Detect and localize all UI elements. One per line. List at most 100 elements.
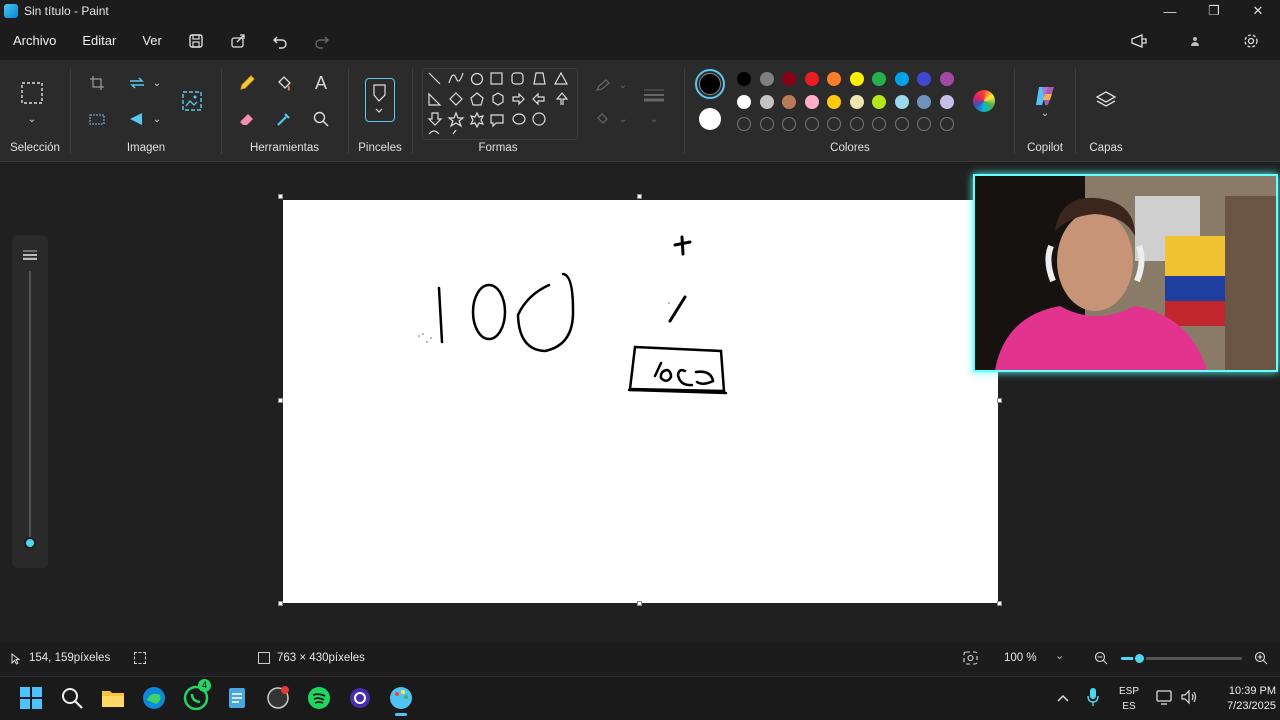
clock[interactable]: 10:39 PM 7/23/2025 — [1200, 684, 1276, 714]
color-picker-icon[interactable] — [271, 106, 297, 132]
custom-color-slot[interactable] — [782, 117, 796, 131]
canvas-handle-bl[interactable] — [278, 601, 283, 606]
color-swatch[interactable] — [804, 72, 819, 86]
spotify-icon[interactable] — [306, 685, 332, 711]
canvas-handle-bottom[interactable] — [637, 601, 642, 606]
edit-colors-icon[interactable] — [973, 90, 995, 112]
app-ring-icon[interactable] — [347, 685, 373, 711]
notepad-icon[interactable] — [224, 685, 250, 711]
menu-edit[interactable]: Editar — [69, 22, 129, 60]
custom-color-slot[interactable] — [917, 117, 931, 131]
paint-taskbar-icon[interactable] — [388, 685, 414, 716]
share-icon[interactable] — [228, 31, 248, 51]
text-tool-icon[interactable]: A — [308, 70, 334, 96]
file-explorer-icon[interactable] — [100, 685, 126, 711]
fit-to-window-icon[interactable] — [963, 651, 978, 668]
zoom-select[interactable]: 100 % ⌄ — [994, 646, 1078, 670]
menu-file[interactable]: Archivo — [0, 22, 69, 60]
whatsapp-icon[interactable]: 4 — [183, 679, 211, 711]
obs-record-icon[interactable] — [265, 685, 291, 711]
custom-color-slot[interactable] — [804, 117, 819, 131]
custom-color-slot[interactable] — [939, 117, 954, 131]
color-swatch[interactable] — [917, 94, 931, 109]
zoom-in-icon[interactable] — [1254, 651, 1268, 668]
color-swatch[interactable] — [759, 94, 774, 109]
color-swatch[interactable] — [737, 72, 751, 86]
custom-color-slot[interactable] — [737, 117, 751, 131]
primary-color-slot[interactable] — [695, 69, 725, 99]
pencil-icon[interactable] — [234, 70, 260, 96]
close-button[interactable]: ✕ — [1236, 0, 1280, 22]
color-swatch[interactable] — [782, 94, 796, 109]
brush-size-thumb[interactable] — [24, 537, 36, 549]
layers-icon[interactable] — [1095, 90, 1117, 117]
color-swatch[interactable] — [827, 72, 841, 86]
windows-start-icon[interactable] — [18, 685, 44, 711]
selection-group: ⌄ Selección — [0, 60, 70, 162]
zoom-out-icon[interactable] — [1094, 651, 1108, 668]
settings-gear-icon[interactable] — [1241, 31, 1261, 51]
color-swatch[interactable] — [849, 72, 864, 86]
hidden-icons-chevron[interactable] — [1056, 690, 1070, 708]
color-swatch[interactable] — [827, 94, 841, 109]
color-swatch[interactable] — [894, 72, 909, 86]
resize-icon[interactable] — [84, 106, 110, 132]
zoom-slider-track[interactable] — [1121, 652, 1242, 665]
canvas-handle-tl[interactable] — [278, 194, 283, 199]
account-icon[interactable] — [1185, 31, 1205, 51]
crop-icon[interactable] — [84, 70, 110, 96]
menu-view[interactable]: Ver — [129, 22, 175, 60]
custom-color-slot[interactable] — [872, 117, 886, 131]
shapes-gallery-icons[interactable] — [426, 70, 576, 138]
feedback-icon[interactable] — [1129, 31, 1149, 51]
drawing-canvas[interactable] — [283, 200, 998, 603]
rectangle-select-icon[interactable] — [19, 80, 45, 106]
color-swatch[interactable] — [737, 94, 751, 109]
color-swatch[interactable] — [939, 72, 954, 86]
canvas-handle-right[interactable] — [997, 398, 1002, 403]
custom-color-slot[interactable] — [827, 117, 841, 131]
volume-icon[interactable] — [1180, 689, 1198, 710]
brush-selector-button[interactable] — [365, 78, 395, 122]
color-swatch[interactable] — [872, 94, 886, 109]
image-properties-icon[interactable] — [179, 88, 205, 114]
secondary-color-slot[interactable] — [699, 108, 721, 130]
copilot-chevron-icon[interactable]: ⌄ — [1032, 100, 1058, 126]
input-language[interactable]: ESP ES — [1114, 684, 1144, 714]
color-swatch[interactable] — [894, 94, 909, 109]
color-swatch[interactable] — [939, 94, 954, 109]
color-swatch[interactable] — [872, 72, 886, 86]
maximize-button[interactable]: ❐ — [1192, 0, 1236, 22]
color-swatch[interactable] — [917, 72, 931, 86]
color-swatch[interactable] — [759, 72, 774, 86]
save-icon[interactable] — [186, 31, 206, 51]
canvas-handle-br[interactable] — [997, 601, 1002, 606]
canvas-handle-left[interactable] — [278, 398, 283, 403]
network-icon[interactable] — [1156, 689, 1174, 710]
custom-color-slot[interactable] — [849, 117, 864, 131]
microphone-icon[interactable] — [1086, 687, 1100, 712]
line-thickness-icon[interactable] — [641, 82, 667, 108]
fill-chevron-icon[interactable]: ⌄ — [610, 106, 636, 132]
minimize-button[interactable]: — — [1148, 0, 1192, 22]
custom-color-slot[interactable] — [894, 117, 909, 131]
brush-size-track[interactable] — [29, 271, 31, 543]
outline-chevron-icon[interactable]: ⌄ — [610, 72, 636, 98]
eraser-icon[interactable] — [234, 106, 260, 132]
fill-bucket-icon[interactable] — [271, 70, 297, 96]
magnifier-icon[interactable] — [308, 106, 334, 132]
undo-icon[interactable] — [270, 31, 290, 51]
flip-chevron-icon[interactable]: ⌄ — [144, 106, 170, 132]
color-swatch[interactable] — [782, 72, 796, 86]
rotate-chevron-icon[interactable]: ⌄ — [144, 70, 170, 96]
search-icon[interactable] — [59, 685, 85, 711]
edge-browser-icon[interactable] — [141, 685, 167, 711]
canvas-handle-top[interactable] — [637, 194, 642, 199]
color-swatch[interactable] — [849, 94, 864, 109]
selection-chevron-icon[interactable]: ⌄ — [19, 106, 45, 132]
redo-icon[interactable] — [312, 31, 332, 51]
custom-color-slot[interactable] — [759, 117, 774, 131]
thickness-chevron-icon[interactable]: ⌄ — [641, 106, 667, 132]
zoom-slider-thumb[interactable] — [1133, 652, 1147, 665]
color-swatch[interactable] — [804, 94, 819, 109]
